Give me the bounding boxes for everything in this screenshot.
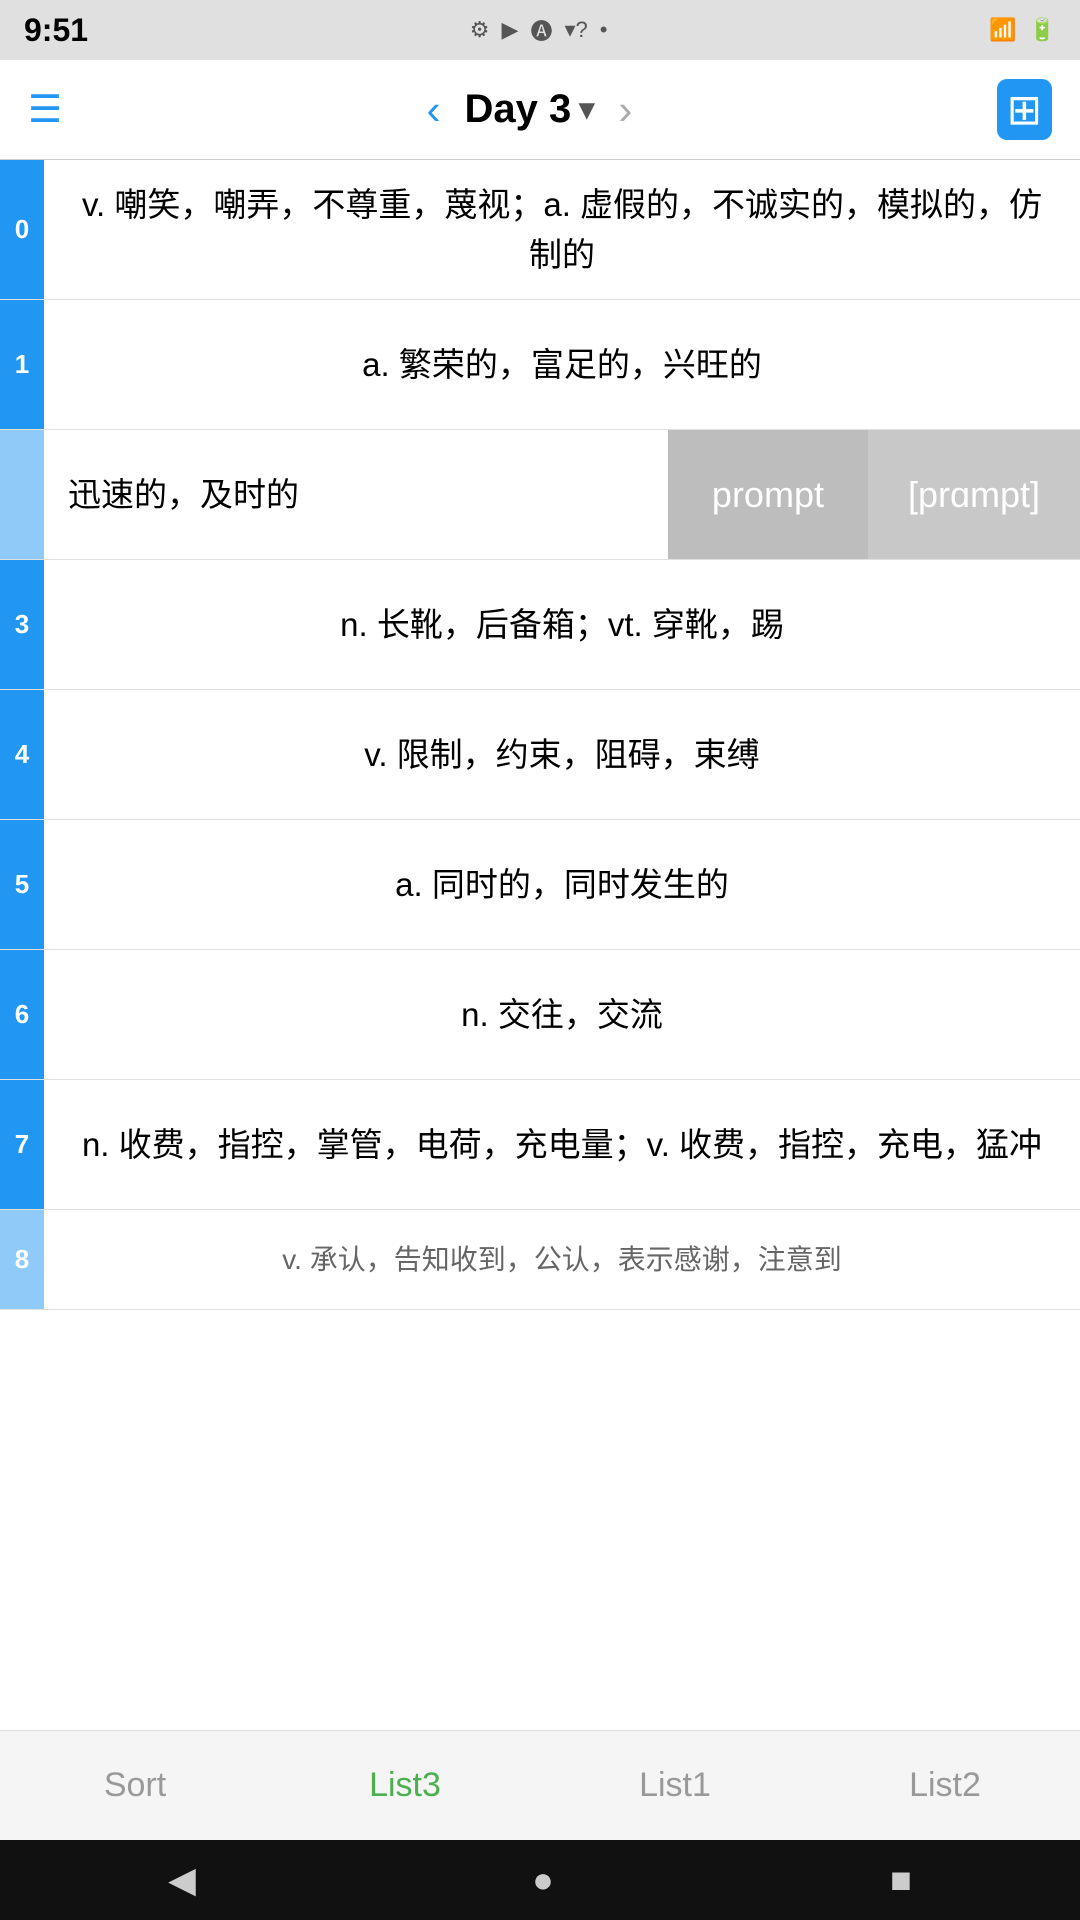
row-index-7: 7 [0, 1080, 44, 1209]
tab-list1[interactable]: List1 [540, 1731, 810, 1840]
row-content-7: n. 收费，指控，掌管，电荷，充电量；v. 收费，指控，充电，猛冲 [44, 1080, 1080, 1209]
table-row[interactable]: 3 n. 长靴，后备箱；vt. 穿靴，踢 [0, 560, 1080, 690]
tab-sort[interactable]: Sort [0, 1731, 270, 1840]
status-icons-right: 📶 🔋 [989, 17, 1056, 43]
nav-back-button[interactable]: ◀ [168, 1859, 196, 1901]
toolbar-nav: ‹ Day 3 ▾ › [419, 86, 641, 134]
system-nav: ◀ ● ■ [0, 1840, 1080, 1920]
play-icon: ▶ [502, 17, 519, 43]
day-label: Day 3 [465, 87, 572, 132]
toolbar: ☰ ‹ Day 3 ▾ › ⊞ [0, 60, 1080, 160]
row-index-0: 0 [0, 160, 44, 299]
row-content-4: v. 限制，约束，阻碍，束缚 [44, 690, 1080, 819]
table-row[interactable]: 8 v. 承认，告知收到，公认，表示感谢，注意到 [0, 1210, 1080, 1310]
row-content-0: v. 嘲笑，嘲弄，不尊重，蔑视；a. 虚假的，不诚实的，模拟的，仿制的 [44, 160, 1080, 299]
battery-icon: 🔋 [1029, 17, 1056, 43]
tab-list3[interactable]: List3 [270, 1731, 540, 1840]
row-content-5: a. 同时的，同时发生的 [44, 820, 1080, 949]
row-index-5: 5 [0, 820, 44, 949]
row-index-3: 3 [0, 560, 44, 689]
row-index-2 [0, 430, 44, 559]
popup-word[interactable]: prompt [668, 430, 868, 559]
table-row[interactable]: 迅速的，及时的 prompt [prɑmpt] [0, 430, 1080, 560]
toolbar-left: ☰ [28, 87, 62, 132]
table-row[interactable]: 6 n. 交往，交流 [0, 950, 1080, 1080]
row-index-8: 8 [0, 1210, 44, 1309]
nav-prev-button[interactable]: ‹ [419, 86, 449, 134]
popup-phonetic: [prɑmpt] [868, 430, 1080, 559]
table-row[interactable]: 4 v. 限制，约束，阻碍，束缚 [0, 690, 1080, 820]
word-list: 0 v. 嘲笑，嘲弄，不尊重，蔑视；a. 虚假的，不诚实的，模拟的，仿制的 1 … [0, 160, 1080, 1500]
row-content-8: v. 承认，告知收到，公认，表示感谢，注意到 [44, 1210, 1080, 1309]
row-content-3: n. 长靴，后备箱；vt. 穿靴，踢 [44, 560, 1080, 689]
table-row[interactable]: 0 v. 嘲笑，嘲弄，不尊重，蔑视；a. 虚假的，不诚实的，模拟的，仿制的 [0, 160, 1080, 300]
status-bar: 9:51 ⚙ ▶ 🅐 ▾? • 📶 🔋 [0, 0, 1080, 60]
font-icon: 🅐 [530, 14, 552, 46]
wifi-icon: ▾? [564, 17, 587, 43]
row-index-4: 4 [0, 690, 44, 819]
signal-icon: 📶 [989, 17, 1016, 43]
bottom-tabs: Sort List3 List1 List2 [0, 1730, 1080, 1840]
tab-list2[interactable]: List2 [810, 1731, 1080, 1840]
row-index-6: 6 [0, 950, 44, 1079]
chevron-down-icon: ▾ [579, 92, 594, 127]
hamburger-icon[interactable]: ☰ [28, 87, 62, 132]
status-time: 9:51 [24, 12, 88, 49]
row-content-1: a. 繁荣的，富足的，兴旺的 [44, 300, 1080, 429]
table-row[interactable]: 5 a. 同时的，同时发生的 [0, 820, 1080, 950]
gear-icon: ⚙ [470, 17, 490, 43]
dot-icon: • [600, 17, 608, 43]
word-popup[interactable]: prompt [prɑmpt] [668, 430, 1080, 559]
row-index-1: 1 [0, 300, 44, 429]
row-content-6: n. 交往，交流 [44, 950, 1080, 1079]
status-icons-left: ⚙ ▶ 🅐 ▾? • [470, 14, 608, 46]
nav-recent-button[interactable]: ■ [890, 1859, 912, 1901]
nav-home-button[interactable]: ● [532, 1859, 554, 1901]
nav-next-button[interactable]: › [610, 86, 640, 134]
toolbar-title[interactable]: Day 3 ▾ [465, 87, 595, 132]
table-row[interactable]: 1 a. 繁荣的，富足的，兴旺的 [0, 300, 1080, 430]
grid-view-icon[interactable]: ⊞ [997, 79, 1052, 140]
table-row[interactable]: 7 n. 收费，指控，掌管，电荷，充电量；v. 收费，指控，充电，猛冲 [0, 1080, 1080, 1210]
